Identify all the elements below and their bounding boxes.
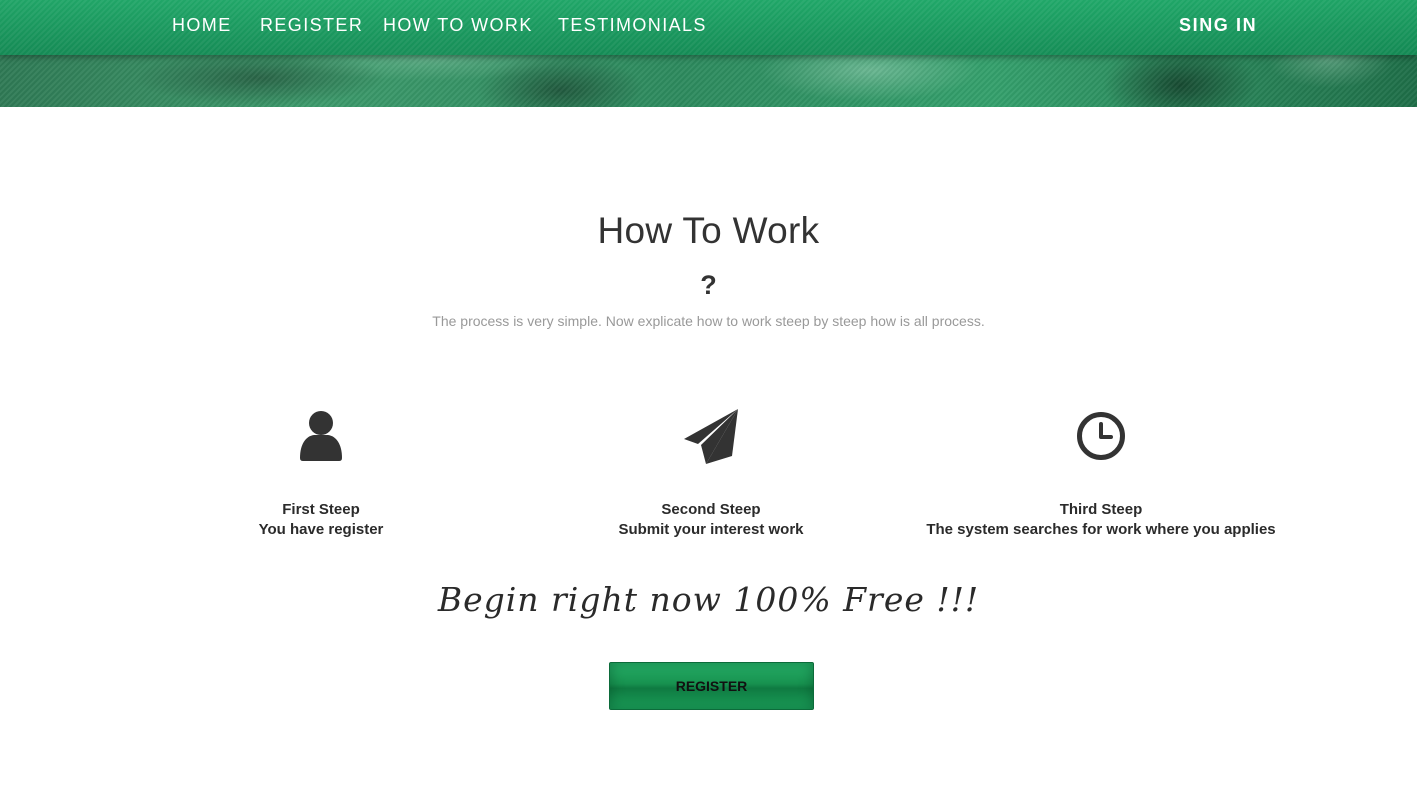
user-icon (291, 406, 351, 466)
step-second: Second Steep Submit your interest work (501, 406, 921, 540)
nav-sign-in-link[interactable]: SING IN (1179, 15, 1257, 37)
step-title: First Steep (282, 501, 360, 518)
step-text: You have register (258, 521, 384, 538)
paper-plane-icon (681, 406, 741, 466)
question-mark-icon: ? (700, 270, 717, 300)
nav-how-to-work-link[interactable]: HOW TO WORK (383, 15, 533, 37)
step-third: Third Steep The system searches for work… (891, 406, 1311, 540)
nav-register-link[interactable]: REGISTER (260, 15, 363, 37)
nav-testimonials-link[interactable]: TESTIMONIALS (558, 15, 707, 37)
register-button[interactable]: REGISTER (609, 662, 814, 710)
step-text: Submit your interest work (618, 521, 804, 538)
cta-headline: Begin right now 100% Free !!! (437, 580, 980, 619)
section-title: How To Work (597, 210, 820, 251)
top-navbar: HOME REGISTER HOW TO WORK TESTIMONIALS S… (0, 0, 1417, 55)
step-title: Third Steep (1059, 501, 1143, 518)
section-description: The process is very simple. Now explicat… (432, 313, 985, 329)
clock-icon (1071, 406, 1131, 466)
step-title: Second Steep (661, 501, 761, 518)
step-text: The system searches for work where you a… (926, 521, 1276, 538)
step-first: First Steep You have register (111, 406, 531, 540)
nav-home-link[interactable]: HOME (172, 15, 232, 37)
header-banner: HOME REGISTER HOW TO WORK TESTIMONIALS S… (0, 0, 1417, 107)
